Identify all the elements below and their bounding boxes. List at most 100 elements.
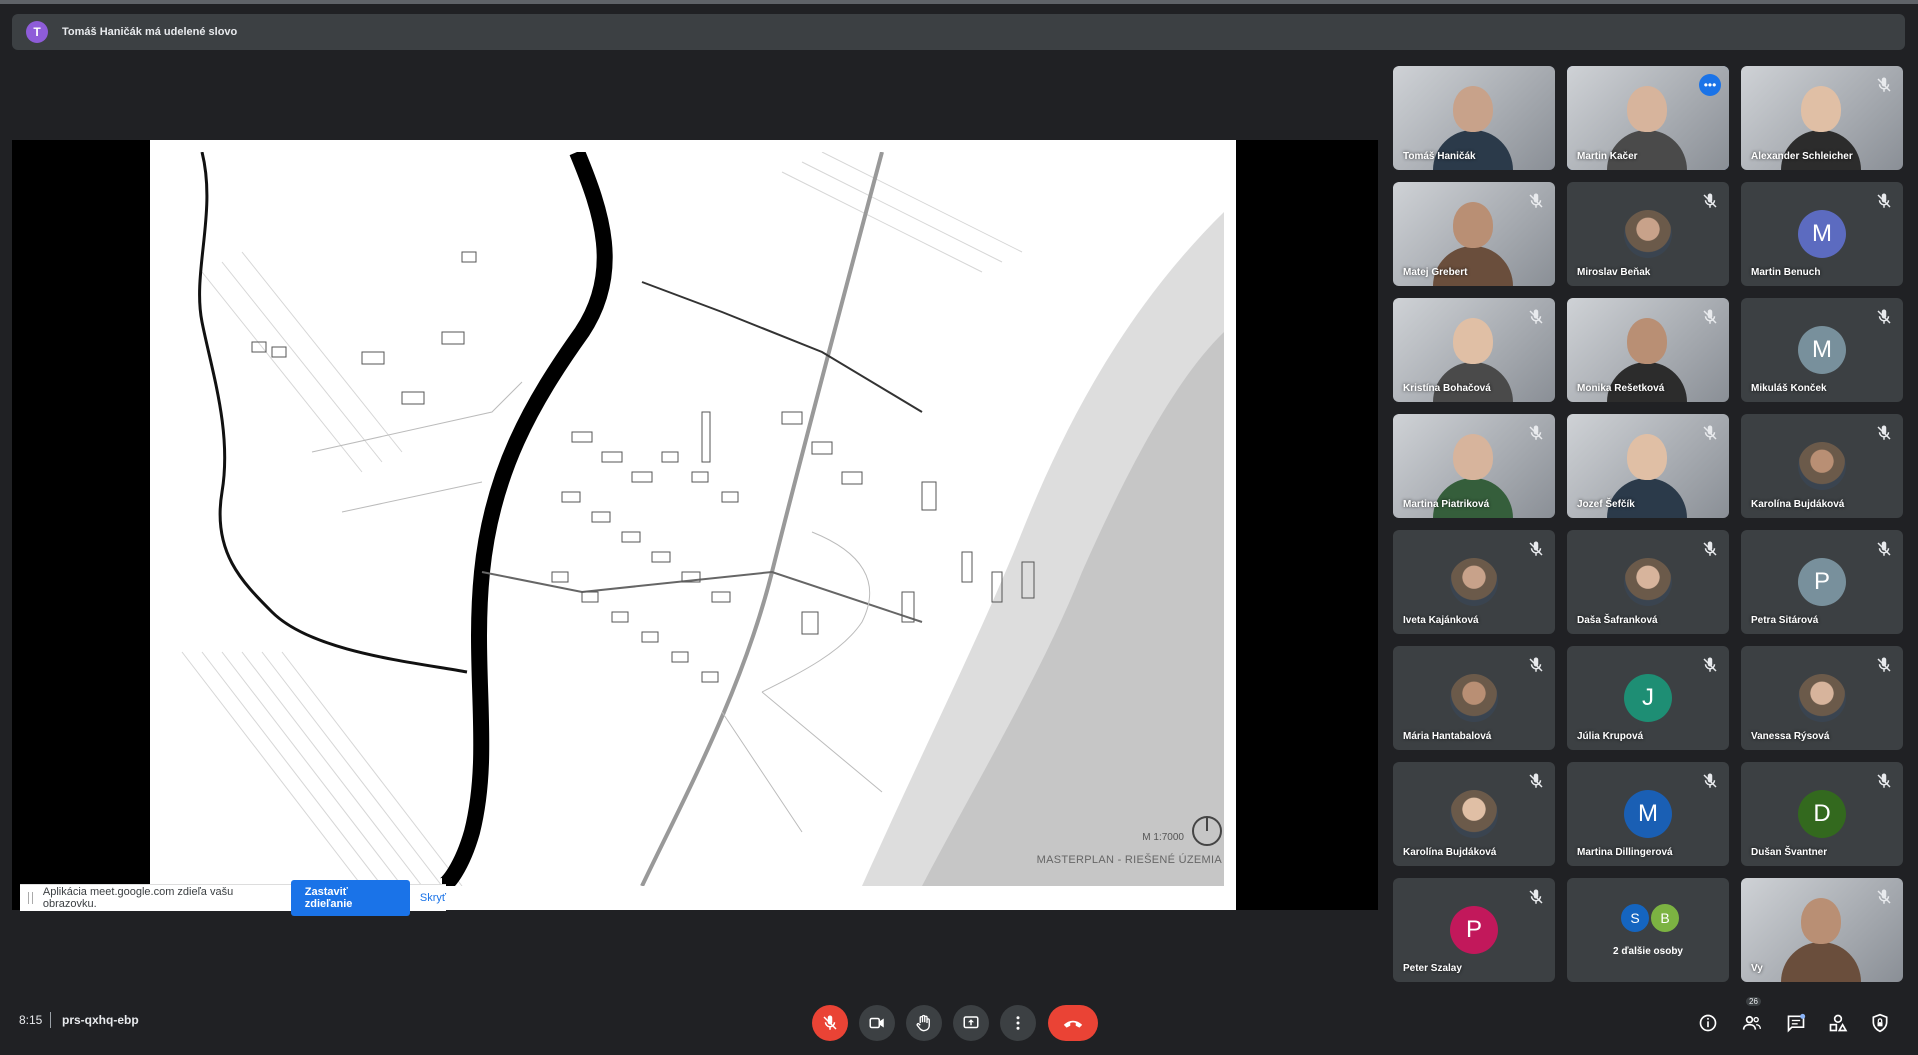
participant-name: Dušan Švantner xyxy=(1751,847,1828,858)
person-body xyxy=(1607,478,1687,518)
avatar xyxy=(1798,674,1846,722)
mic-off-icon xyxy=(1529,309,1543,324)
north-arrow-icon xyxy=(1192,816,1222,846)
lock-shield-icon xyxy=(1872,1013,1888,1033)
avatar: M xyxy=(1798,210,1846,258)
participant-tile[interactable]: Miroslav Beňak xyxy=(1567,182,1729,286)
participant-name: Vanessa Rýsová xyxy=(1751,731,1830,742)
person-body xyxy=(1607,130,1687,170)
participant-name: Jozef Šefčík xyxy=(1577,499,1635,510)
mic-off-icon xyxy=(1877,541,1891,556)
shared-slide: M 1:7000 MASTERPLAN - RIEŠENÉ ÚZEMIA xyxy=(150,140,1236,910)
participant-tile[interactable]: Kristína Bohačová xyxy=(1393,298,1555,402)
more-participants-label: 2 ďalšie osoby xyxy=(1613,946,1683,957)
participant-name: Peter Szalay xyxy=(1403,963,1462,974)
mic-off-icon xyxy=(1877,889,1891,904)
mic-off-icon xyxy=(1877,773,1891,788)
participant-tile[interactable]: Jozef Šefčík xyxy=(1567,414,1729,518)
more-options-button[interactable] xyxy=(1000,1005,1036,1041)
chat-button[interactable] xyxy=(1784,1011,1808,1035)
drag-handle-icon[interactable] xyxy=(28,892,33,904)
participant-tile[interactable]: Martin Kačer ••• xyxy=(1567,66,1729,170)
meeting-details-button[interactable] xyxy=(1696,1011,1720,1035)
avatar: D xyxy=(1798,790,1846,838)
raise-hand-button[interactable] xyxy=(906,1005,942,1041)
person-body xyxy=(1433,362,1513,402)
mic-off-icon xyxy=(1703,425,1717,440)
participant-tile[interactable]: P Peter Szalay xyxy=(1393,878,1555,982)
tile-options-icon[interactable]: ••• xyxy=(1699,74,1721,96)
bottom-bar: 8:15 prs-qxhq-ebp 26 xyxy=(0,990,1918,1050)
participant-tile[interactable]: M Mikuláš Konček xyxy=(1741,298,1903,402)
participant-tile[interactable]: Karolína Bujdáková xyxy=(1393,762,1555,866)
participant-tile[interactable]: M Martina Dillingerová xyxy=(1567,762,1729,866)
presentation-stage[interactable]: M 1:7000 MASTERPLAN - RIEŠENÉ ÚZEMIA Apl… xyxy=(12,140,1378,916)
person-body xyxy=(1781,942,1861,982)
leave-call-button[interactable] xyxy=(1048,1005,1098,1041)
present-screen-button[interactable] xyxy=(953,1005,989,1041)
video-camera-icon xyxy=(869,1017,884,1029)
participant-tile[interactable]: Mária Hantabalová xyxy=(1393,646,1555,750)
participant-name: Júlia Krupová xyxy=(1577,731,1644,742)
participant-name: Mikuláš Konček xyxy=(1751,383,1827,394)
participants-count-badge: 26 xyxy=(1746,997,1761,1006)
participant-tile[interactable]: Martina Piatriková xyxy=(1393,414,1555,518)
activities-button[interactable] xyxy=(1826,1011,1850,1035)
mic-off-icon xyxy=(1703,309,1717,324)
participant-name: Mária Hantabalová xyxy=(1403,731,1492,742)
person-head xyxy=(1801,898,1841,944)
participant-tile[interactable]: J Júlia Krupová xyxy=(1567,646,1729,750)
mic-off-icon xyxy=(1529,657,1543,672)
mic-off-icon xyxy=(1703,193,1717,208)
meeting-code[interactable]: prs-qxhq-ebp xyxy=(62,1013,139,1027)
participant-tile[interactable]: Iveta Kajánková xyxy=(1393,530,1555,634)
host-controls-button[interactable] xyxy=(1868,1011,1892,1035)
camera-toggle-button[interactable] xyxy=(859,1005,895,1041)
participant-tile[interactable]: P Petra Sitárová xyxy=(1741,530,1903,634)
microphone-toggle-button[interactable] xyxy=(812,1005,848,1041)
map-scale: M 1:7000 xyxy=(1142,832,1184,843)
participant-tile[interactable]: Tomáš Haničák xyxy=(1393,66,1555,170)
mic-off-icon xyxy=(1877,657,1891,672)
masterplan-map xyxy=(162,152,1224,886)
participant-name: Miroslav Beňak xyxy=(1577,267,1651,278)
participant-tile[interactable]: Monika Rešetková xyxy=(1567,298,1729,402)
participant-tile[interactable]: SB 2 ďalšie osoby xyxy=(1567,878,1729,982)
participant-name: Petra Sitárová xyxy=(1751,615,1819,626)
avatar xyxy=(1450,674,1498,722)
participant-tile[interactable]: Alexander Schleicher xyxy=(1741,66,1903,170)
person-head xyxy=(1453,434,1493,480)
present-icon xyxy=(963,1016,979,1029)
person-body xyxy=(1433,478,1513,518)
map-title: MASTERPLAN - RIEŠENÉ ÚZEMIA xyxy=(1036,854,1222,866)
avatar: P xyxy=(1450,906,1498,954)
avatar: M xyxy=(1624,790,1672,838)
person-head xyxy=(1801,86,1841,132)
avatar xyxy=(1450,558,1498,606)
person-body xyxy=(1433,246,1513,286)
participant-tile[interactable]: Vanessa Rýsová xyxy=(1741,646,1903,750)
participant-name: Tomáš Haničák xyxy=(1403,151,1476,162)
participants-button[interactable] xyxy=(1740,1011,1764,1035)
avatar: M xyxy=(1798,326,1846,374)
participant-name: Alexander Schleicher xyxy=(1751,151,1853,162)
participant-name: Martin Benuch xyxy=(1751,267,1821,278)
stop-sharing-button[interactable]: Zastaviť zdieľanie xyxy=(290,880,410,916)
participant-name: Martina Piatriková xyxy=(1403,499,1490,510)
avatar: J xyxy=(1624,674,1672,722)
participant-name: Martin Kačer xyxy=(1577,151,1638,162)
participant-tile[interactable]: Vy xyxy=(1741,878,1903,982)
person-head xyxy=(1453,318,1493,364)
participant-tile[interactable]: Daša Šafranková xyxy=(1567,530,1729,634)
participant-tile[interactable]: M Martin Benuch xyxy=(1741,182,1903,286)
participant-tile[interactable]: D Dušan Švantner xyxy=(1741,762,1903,866)
participant-name: Matej Grebert xyxy=(1403,267,1468,278)
mic-off-icon xyxy=(1703,541,1717,556)
avatar xyxy=(1624,210,1672,258)
participant-tile[interactable]: Karolína Bujdáková xyxy=(1741,414,1903,518)
participant-tile[interactable]: Matej Grebert xyxy=(1393,182,1555,286)
participant-name: Martina Dillingerová xyxy=(1577,847,1673,858)
hide-button[interactable]: Skryť xyxy=(420,892,446,904)
person-head xyxy=(1627,86,1667,132)
mic-off-icon xyxy=(1877,77,1891,92)
